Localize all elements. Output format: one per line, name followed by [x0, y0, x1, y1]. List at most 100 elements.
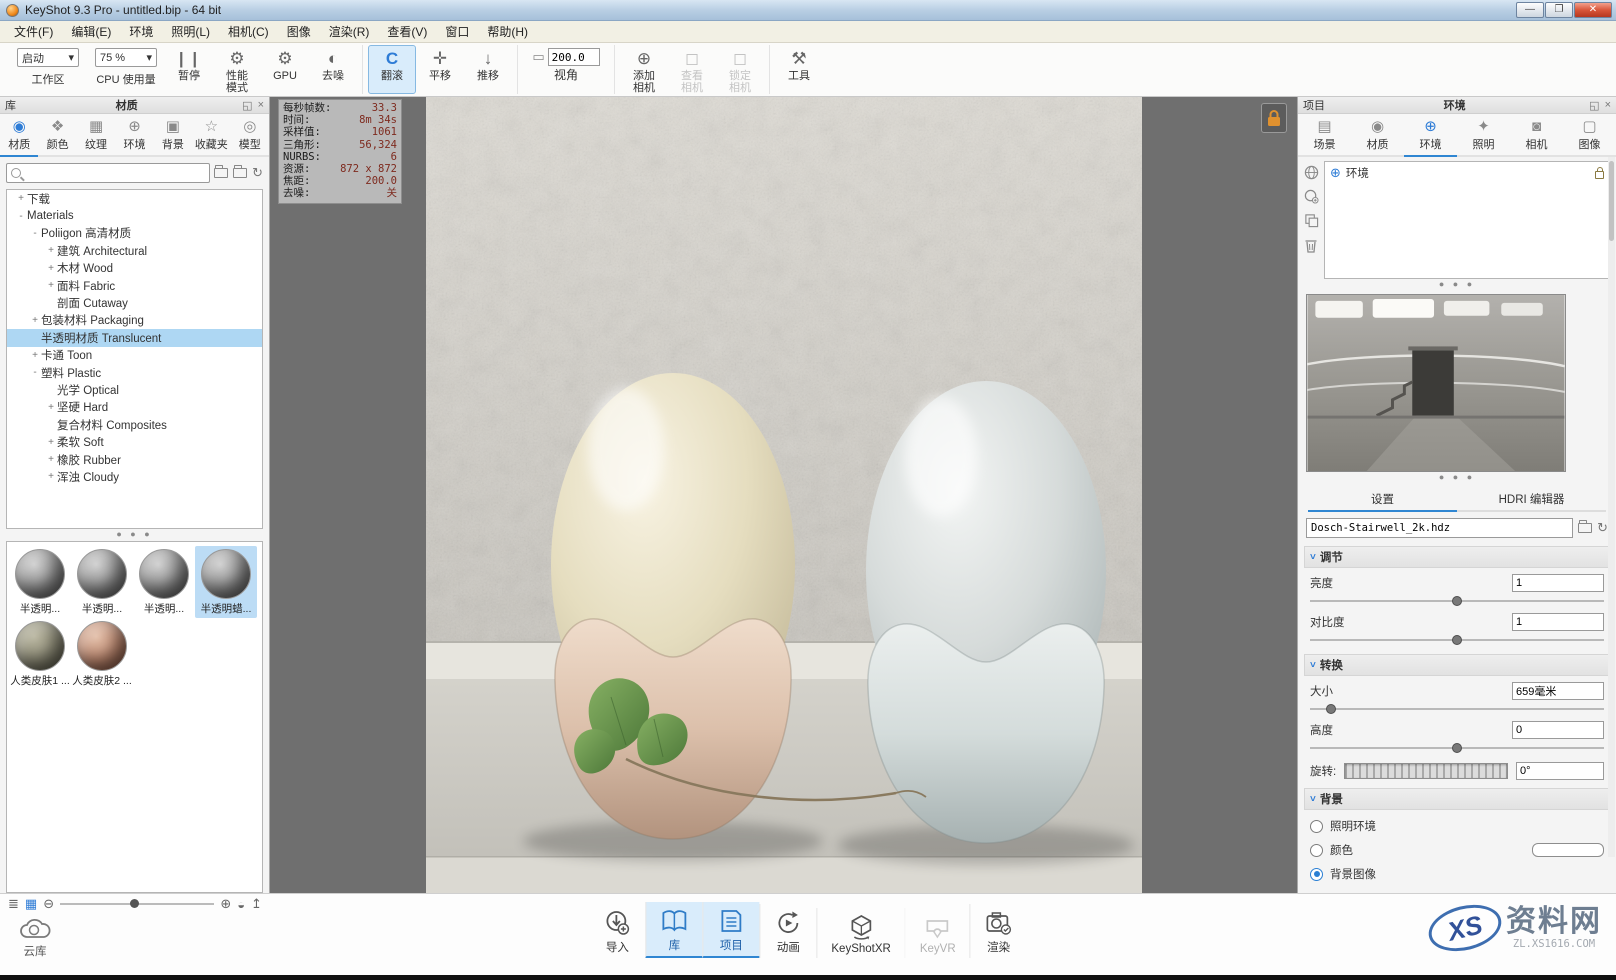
menu-lighting[interactable]: 照明(L)	[163, 21, 218, 42]
workspace-dropdown[interactable]: 启动▾ 工作区	[9, 45, 87, 94]
material-thumb-selected[interactable]: 半透明蜡...	[195, 546, 257, 618]
close-button[interactable]: ✕	[1574, 2, 1612, 18]
project-button[interactable]: 项目	[702, 902, 759, 958]
cpu-usage-dropdown[interactable]: 75 %▾ CPU 使用量	[87, 45, 165, 94]
thumbnail-size-slider[interactable]	[60, 899, 214, 909]
cloud-library-button[interactable]: 云库	[18, 916, 52, 959]
material-thumb[interactable]: 人类皮肤2 ...	[71, 618, 133, 690]
import-folder-icon[interactable]	[233, 168, 247, 178]
brightness-slider[interactable]	[1310, 595, 1604, 607]
menu-image[interactable]: 图像	[279, 21, 319, 42]
menu-view[interactable]: 查看(V)	[379, 21, 435, 42]
tab-textures[interactable]: ▦ 纹理	[77, 114, 115, 157]
animation-button[interactable]: 动画	[759, 904, 816, 958]
tab-camera[interactable]: ◙ 相机	[1510, 114, 1563, 157]
tab-backplates[interactable]: ▣ 背景	[154, 114, 192, 157]
material-thumb[interactable]: 半透明...	[71, 546, 133, 618]
tab-environment[interactable]: ⊕ 环境	[1404, 114, 1457, 157]
duplicate-icon[interactable]	[1304, 213, 1319, 228]
delete-icon[interactable]	[1304, 237, 1318, 253]
undock-icon[interactable]: ◱	[242, 99, 252, 112]
splitter-handle[interactable]: ● ● ●	[1298, 472, 1616, 483]
add-camera-button[interactable]: ⊕ 添加 相机	[620, 45, 668, 94]
tab-materials[interactable]: ◉ 材质	[0, 114, 38, 157]
grid-view-icon[interactable]: ▦	[25, 896, 37, 912]
section-background[interactable]: ˅ 背景	[1304, 788, 1610, 810]
tab-image[interactable]: ▢ 图像	[1563, 114, 1616, 157]
tab-colors[interactable]: ❖ 颜色	[38, 114, 76, 157]
size-slider[interactable]	[1310, 703, 1604, 715]
menu-camera[interactable]: 相机(C)	[220, 21, 277, 42]
import-button[interactable]: 导入	[589, 904, 645, 958]
background-option-image[interactable]: 背景图像	[1310, 866, 1604, 882]
tree-item[interactable]: 光学 Optical	[7, 381, 262, 398]
refresh-icon[interactable]: ↻	[252, 165, 263, 181]
splitter-handle[interactable]: ● ● ●	[0, 529, 269, 540]
denoise-button[interactable]: ◐ 去噪	[309, 45, 357, 94]
tree-item[interactable]: +包装材料 Packaging	[7, 312, 262, 329]
contrast-input[interactable]	[1512, 613, 1604, 631]
minimize-button[interactable]: —	[1516, 2, 1544, 18]
tree-item[interactable]: -Materials	[7, 207, 262, 224]
hdri-file-input[interactable]	[1306, 518, 1573, 538]
keyshotxr-button[interactable]: KeyShotXR	[816, 908, 904, 958]
tree-item[interactable]: -Poliigon 高清材质	[7, 225, 262, 242]
menu-file[interactable]: 文件(F)	[6, 21, 61, 42]
pause-button[interactable]: | | 暂停	[165, 45, 213, 94]
hdri-preview-image[interactable]	[1306, 294, 1566, 472]
menu-environment[interactable]: 环境	[121, 21, 161, 42]
section-adjustments[interactable]: ˅ 调节	[1304, 546, 1610, 568]
rotation-input[interactable]	[1516, 762, 1604, 780]
background-option-color[interactable]: 颜色	[1310, 842, 1604, 858]
tree-item[interactable]: +建筑 Architectural	[7, 242, 262, 259]
environment-list-item[interactable]: ⊕ 环境	[1330, 165, 1604, 181]
tree-item[interactable]: 剖面 Cutaway	[7, 294, 262, 311]
material-thumb[interactable]: 半透明...	[9, 546, 71, 618]
undock-icon[interactable]: ◱	[1589, 99, 1599, 112]
maximize-button[interactable]: ❐	[1545, 2, 1573, 18]
import-file-icon[interactable]	[214, 168, 228, 178]
gpu-button[interactable]: ⚙ GPU	[261, 45, 309, 94]
tools-button[interactable]: ⚒ 工具	[775, 45, 823, 94]
zoom-out-icon[interactable]: ⊖	[43, 896, 54, 912]
pan-button[interactable]: ✛ 平移	[416, 45, 464, 94]
tab-scene[interactable]: ▤ 场景	[1298, 114, 1351, 157]
tree-item[interactable]: +卡通 Toon	[7, 347, 262, 364]
realtime-viewport[interactable]: 每秒帧数:33.3 时间:8m 34s 采样值:1061 三角形:56,324 …	[270, 97, 1297, 893]
tab-environments[interactable]: ⊕ 环境	[115, 114, 153, 157]
tree-item[interactable]: +柔软 Soft	[7, 433, 262, 450]
tree-item[interactable]: +浑浊 Cloudy	[7, 468, 262, 485]
close-icon[interactable]: ×	[1605, 99, 1611, 111]
tab-material[interactable]: ◉ 材质	[1351, 114, 1404, 157]
brightness-input[interactable]	[1512, 574, 1604, 592]
add-environment-icon[interactable]	[1304, 165, 1319, 180]
menu-edit[interactable]: 编辑(E)	[63, 21, 119, 42]
tree-item[interactable]: 复合材料 Composites	[7, 416, 262, 433]
tab-favorites[interactable]: ☆ 收藏夹	[192, 114, 230, 157]
tree-item-selected[interactable]: 半透明材质 Translucent	[7, 329, 262, 346]
height-input[interactable]	[1512, 721, 1604, 739]
tree-item[interactable]: +下载	[7, 190, 262, 207]
height-slider[interactable]	[1310, 742, 1604, 754]
section-transform[interactable]: ˅ 转换	[1304, 654, 1610, 676]
search-input[interactable]	[25, 167, 205, 179]
browse-folder-icon[interactable]	[1578, 523, 1592, 533]
library-button[interactable]: 库	[645, 902, 702, 958]
camera-lock-badge[interactable]	[1261, 103, 1287, 133]
tree-item[interactable]: +橡胶 Rubber	[7, 451, 262, 468]
subtab-settings[interactable]: 设置	[1308, 487, 1457, 512]
material-thumb[interactable]: 人类皮肤1 ...	[9, 618, 71, 690]
background-option-lighting[interactable]: 照明环境	[1310, 818, 1604, 834]
size-input[interactable]	[1512, 682, 1604, 700]
material-thumb[interactable]: 半透明...	[133, 546, 195, 618]
sun-sky-icon[interactable]	[1304, 189, 1319, 204]
tumble-button[interactable]: C 翻滚	[368, 45, 416, 94]
tree-item[interactable]: +坚硬 Hard	[7, 399, 262, 416]
rotation-scrubber[interactable]	[1344, 763, 1508, 779]
fov-input[interactable]	[548, 48, 600, 66]
tree-item[interactable]: +面料 Fabric	[7, 277, 262, 294]
performance-mode-button[interactable]: ⚙ 性能 模式	[213, 45, 261, 94]
menu-window[interactable]: 窗口	[437, 21, 477, 42]
subtab-hdri-editor[interactable]: HDRI 编辑器	[1457, 487, 1606, 512]
background-color-swatch[interactable]	[1532, 843, 1604, 857]
